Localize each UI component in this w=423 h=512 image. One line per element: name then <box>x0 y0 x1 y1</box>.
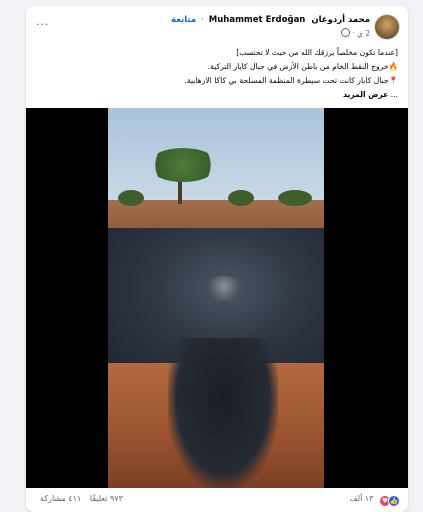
video-bush <box>228 190 254 206</box>
post-meta: 2 ي · <box>339 28 370 38</box>
separator: · <box>201 15 204 25</box>
author-line: محمد أردوغان Muhammet Erdoğan · متابعة <box>171 15 370 25</box>
video-frame[interactable] <box>108 108 324 488</box>
video-tree <box>148 148 218 182</box>
comment-count[interactable]: ٩٧٣ تعليقًا <box>90 494 123 503</box>
post-time[interactable]: 2 ي <box>357 29 370 38</box>
video-bush <box>118 190 144 206</box>
post-text-line: 📍جبال كابار كانت تحت سيطرة المنظمة المسل… <box>184 76 398 85</box>
reaction-summary[interactable]: 👍♥ ١٣ ألف <box>349 494 400 507</box>
video-player[interactable] <box>26 108 408 488</box>
more-options-icon[interactable]: ··· <box>36 18 50 31</box>
video-bush <box>278 190 312 206</box>
see-more-line: ... عرض المزيد <box>36 88 398 102</box>
see-more-button[interactable]: عرض المزيد <box>343 90 388 99</box>
follow-button[interactable]: متابعة <box>171 15 196 25</box>
post-header: محمد أردوغان Muhammet Erdoğan · متابعة 2… <box>34 12 400 42</box>
reaction-count[interactable]: ١٣ ألف <box>349 494 373 503</box>
globe-icon <box>340 28 350 37</box>
author-avatar[interactable] <box>374 14 400 40</box>
post-text: [عندما تكون مخلصاً يرزقك الله من حيث لا … <box>36 46 398 102</box>
see-more-prefix: ... <box>388 90 398 99</box>
engagement-counts: ٩٧٣ تعليقًا ٤١١ مشاركة <box>34 494 123 503</box>
share-count[interactable]: ٤١١ مشاركة <box>40 494 81 503</box>
video-oil-spill <box>168 338 278 488</box>
author-name[interactable]: Muhammet Erdoğan <box>209 15 306 25</box>
feed-background: محمد أردوغان Muhammet Erdoğan · متابعة 2… <box>0 0 423 512</box>
post-card: محمد أردوغان Muhammet Erdoğan · متابعة 2… <box>26 6 408 512</box>
like-icon: 👍 <box>388 495 400 507</box>
post-text-line: [عندما تكون مخلصاً يرزقك الله من حيث لا … <box>236 48 398 57</box>
post-text-line: 🔥خروج النفط الخام من باطن الأرض في جبال … <box>207 62 398 71</box>
video-oil-splash <box>206 276 242 302</box>
meta-separator: · <box>352 29 355 38</box>
reactions-bar: 👍♥ ١٣ ألف ٩٧٣ تعليقًا ٤١١ مشاركة <box>34 492 400 508</box>
author-name-ar[interactable]: محمد أردوغان <box>311 15 370 25</box>
